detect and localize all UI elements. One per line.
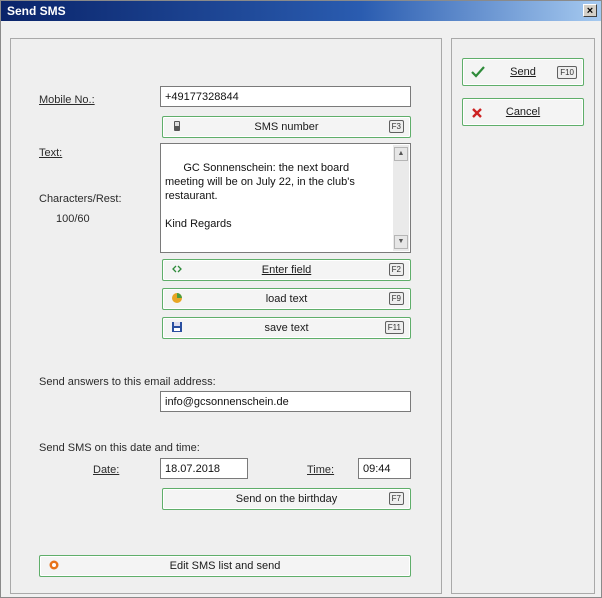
cancel-label: Cancel (505, 106, 541, 118)
date-input[interactable]: 18.07.2018 (160, 458, 248, 479)
message-scrollbar[interactable]: ▲ ▼ (393, 145, 409, 251)
check-icon (471, 66, 485, 78)
date-label: Date: (93, 464, 119, 476)
birthday-label: Send on the birthday (235, 493, 338, 505)
send-sms-dialog: Send SMS × Mobile No.: +49177328844 SMS … (0, 0, 602, 598)
scroll-up-icon[interactable]: ▲ (394, 147, 408, 161)
datetime-section-label: Send SMS on this date and time: (39, 442, 200, 454)
send-key: F10 (557, 66, 577, 79)
sms-number-button[interactable]: SMS number F3 (162, 116, 411, 138)
load-text-button[interactable]: load text F9 (162, 288, 411, 310)
time-label: Time: (307, 464, 334, 476)
mobile-label-text: Mobile No.: (39, 94, 95, 106)
send-label: Send (510, 66, 536, 78)
enter-field-key: F2 (388, 263, 404, 276)
scroll-down-icon[interactable]: ▼ (394, 235, 408, 249)
message-textarea[interactable]: GC Sonnenschein: the next board meeting … (160, 143, 411, 253)
x-icon (472, 108, 482, 118)
email-section-label: Send answers to this email address: (39, 376, 216, 388)
chars-rest-label: Characters/Rest: (39, 193, 122, 205)
enter-field-button[interactable]: Enter field F2 (162, 259, 411, 281)
enter-field-label: Enter field (261, 264, 312, 276)
main-panel: Mobile No.: +49177328844 SMS number F3 T… (10, 38, 442, 594)
close-button[interactable]: × (583, 4, 597, 17)
mobile-label: Mobile No.: (39, 94, 95, 106)
cancel-button[interactable]: Cancel (462, 98, 584, 126)
save-text-key: F11 (384, 321, 404, 334)
title-bar: Send SMS × (1, 1, 601, 21)
edit-sms-list-button[interactable]: Edit SMS list and send (39, 555, 411, 577)
mobile-number-input[interactable]: +49177328844 (160, 86, 411, 107)
email-input[interactable]: info@gcsonnenschein.de (160, 391, 411, 412)
save-text-label: save text (264, 322, 309, 334)
floppy-icon (172, 322, 182, 332)
load-text-label: load text (265, 293, 308, 305)
phone-icon (174, 121, 180, 131)
birthday-key: F7 (388, 492, 404, 505)
save-text-button[interactable]: save text F11 (162, 317, 411, 339)
date-label-text: Date: (93, 464, 120, 476)
send-on-birthday-button[interactable]: Send on the birthday F7 (162, 488, 411, 510)
edit-sms-list-label: Edit SMS list and send (169, 560, 281, 572)
sms-number-key: F3 (388, 120, 404, 133)
text-label-text: Text: (39, 147, 63, 159)
action-panel: Send F10 Cancel (451, 38, 595, 594)
sms-number-label: SMS number (254, 121, 319, 133)
message-text: GC Sonnenschein: the next board meeting … (165, 162, 355, 230)
send-button[interactable]: Send F10 (462, 58, 584, 86)
window-title: Send SMS (7, 4, 66, 18)
folder-icon (172, 293, 182, 303)
chars-rest-value: 100/60 (56, 213, 90, 225)
ring-icon (49, 560, 59, 570)
field-icon (172, 265, 182, 273)
text-label: Text: (39, 147, 62, 159)
time-input[interactable]: 09:44 (358, 458, 411, 479)
time-label-text: Time: (307, 464, 335, 476)
load-text-key: F9 (388, 292, 404, 305)
